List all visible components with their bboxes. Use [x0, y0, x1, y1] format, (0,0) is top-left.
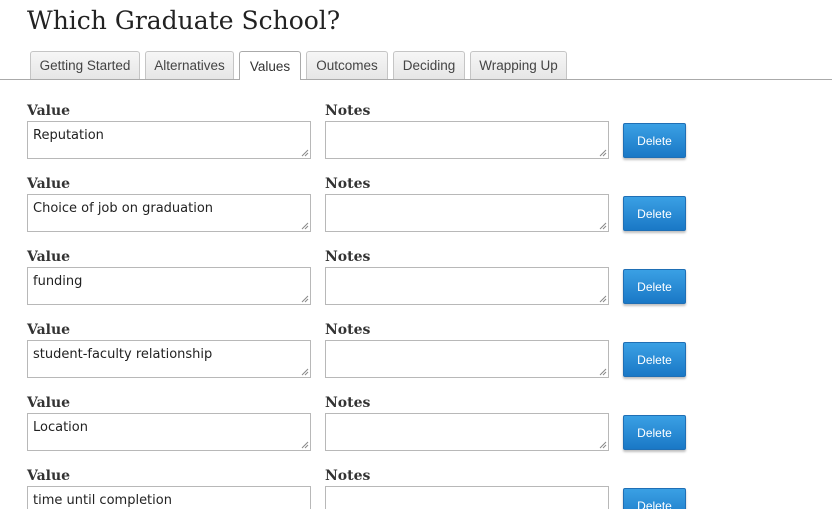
value-row: Value Notes Choice of job on graduation …	[0, 176, 832, 249]
value-label: Value	[27, 103, 71, 119]
resize-grip-icon[interactable]	[599, 368, 607, 376]
resize-grip-icon[interactable]	[301, 441, 309, 449]
value-label: Value	[27, 468, 71, 484]
resize-grip-icon[interactable]	[301, 149, 309, 157]
value-text: time until completion	[33, 493, 172, 508]
value-label: Value	[27, 322, 71, 338]
resize-grip-icon[interactable]	[301, 295, 309, 303]
value-row: Value Notes time until completion Delete	[0, 468, 832, 509]
value-label: Value	[27, 395, 71, 411]
value-text: student-faculty relationship	[33, 347, 213, 362]
tab-bar: Getting Started Alternatives Values Outc…	[0, 51, 832, 80]
notes-textarea[interactable]	[325, 413, 609, 451]
delete-button[interactable]: Delete	[623, 269, 686, 304]
tab-values[interactable]: Values	[239, 51, 301, 80]
delete-button[interactable]: Delete	[623, 488, 686, 509]
tab-outcomes[interactable]: Outcomes	[306, 51, 388, 79]
value-row: Value Notes Reputation Delete	[0, 103, 832, 176]
resize-grip-icon[interactable]	[301, 222, 309, 230]
value-textarea[interactable]: time until completion	[27, 486, 311, 509]
resize-grip-icon[interactable]	[599, 149, 607, 157]
resize-grip-icon[interactable]	[599, 441, 607, 449]
value-text: Choice of job on graduation	[33, 201, 214, 216]
value-text: Location	[33, 420, 88, 435]
resize-grip-icon[interactable]	[301, 368, 309, 376]
tab-getting-started[interactable]: Getting Started	[30, 51, 140, 79]
value-textarea[interactable]: Choice of job on graduation	[27, 194, 311, 232]
resize-grip-icon[interactable]	[599, 222, 607, 230]
value-row: Value Notes funding Delete	[0, 249, 832, 322]
notes-label: Notes	[325, 103, 371, 119]
page-title: Which Graduate School?	[27, 6, 341, 35]
delete-button[interactable]: Delete	[623, 123, 686, 158]
delete-button[interactable]: Delete	[623, 196, 686, 231]
notes-label: Notes	[325, 176, 371, 192]
value-textarea[interactable]: Reputation	[27, 121, 311, 159]
notes-label: Notes	[325, 249, 371, 265]
notes-textarea[interactable]	[325, 486, 609, 509]
value-textarea[interactable]: Location	[27, 413, 311, 451]
value-row: Value Notes Location Delete	[0, 395, 832, 468]
value-textarea[interactable]: student-faculty relationship	[27, 340, 311, 378]
delete-button[interactable]: Delete	[623, 415, 686, 450]
delete-button[interactable]: Delete	[623, 342, 686, 377]
value-textarea[interactable]: funding	[27, 267, 311, 305]
resize-grip-icon[interactable]	[599, 295, 607, 303]
notes-label: Notes	[325, 468, 371, 484]
value-label: Value	[27, 176, 71, 192]
value-label: Value	[27, 249, 71, 265]
notes-textarea[interactable]	[325, 121, 609, 159]
tab-deciding[interactable]: Deciding	[393, 51, 465, 79]
value-text: funding	[33, 274, 83, 289]
notes-label: Notes	[325, 395, 371, 411]
notes-label: Notes	[325, 322, 371, 338]
tab-alternatives[interactable]: Alternatives	[145, 51, 234, 79]
value-text: Reputation	[33, 128, 104, 143]
notes-textarea[interactable]	[325, 340, 609, 378]
tab-wrapping-up[interactable]: Wrapping Up	[470, 51, 567, 79]
value-row: Value Notes student-faculty relationship…	[0, 322, 832, 395]
notes-textarea[interactable]	[325, 194, 609, 232]
notes-textarea[interactable]	[325, 267, 609, 305]
